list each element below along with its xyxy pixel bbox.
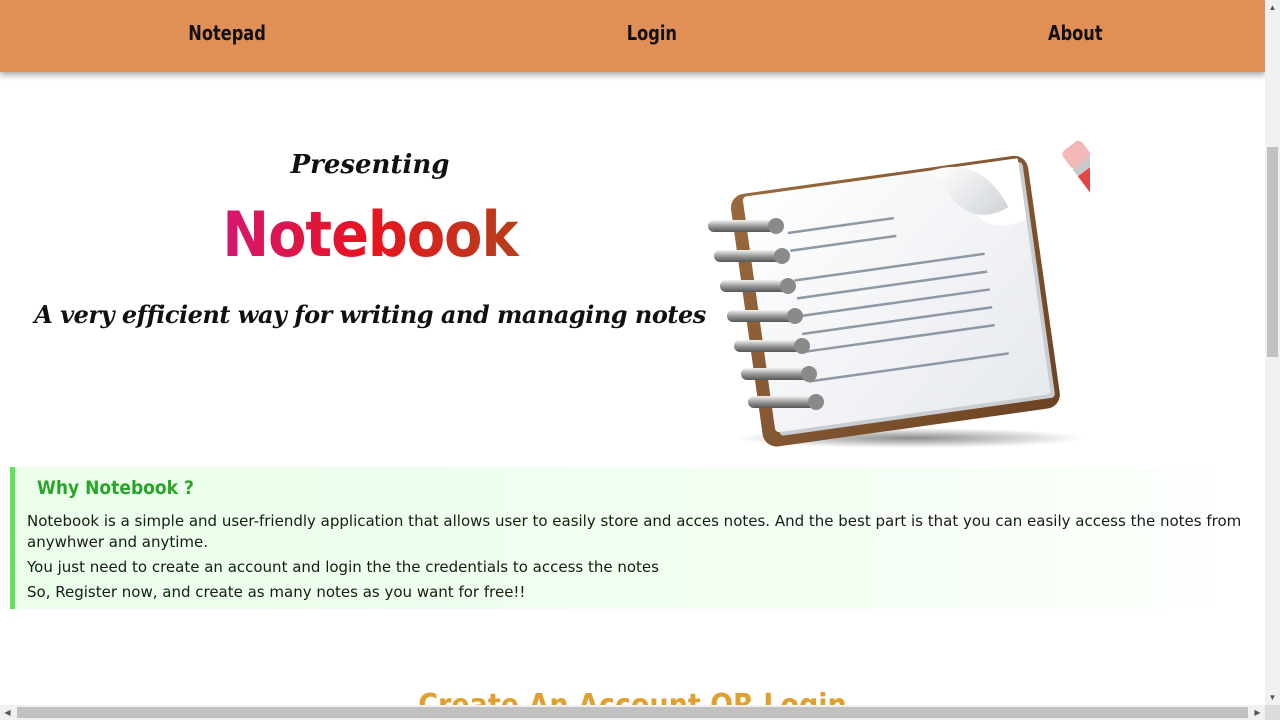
horizontal-scrollbar[interactable]: ◀ ▶ <box>0 705 1265 720</box>
why-paragraph: Notebook is a simple and user-friendly a… <box>27 512 1242 551</box>
page-viewport: Notepad Login About Presenting Notebook … <box>0 0 1265 705</box>
vertical-scrollbar[interactable]: ▲ ▼ <box>1265 0 1280 705</box>
hero-title: Notebook <box>0 198 740 271</box>
scrollbar-corner <box>1265 705 1280 720</box>
hero-tagline: A very efficient way for writing and man… <box>34 300 706 329</box>
scroll-down-arrow-icon[interactable]: ▼ <box>1265 690 1280 705</box>
scroll-right-arrow-icon[interactable]: ▶ <box>1250 705 1265 720</box>
why-notebook-section: Why Notebook ? Notebook is a simple and … <box>10 467 1255 609</box>
cta-heading: Create An Account OR Login <box>0 688 1265 705</box>
why-heading: Why Notebook ? <box>37 477 194 499</box>
nav-link-login[interactable]: Login <box>627 0 677 66</box>
scroll-left-arrow-icon[interactable]: ◀ <box>0 705 15 720</box>
notepad-with-pencil-icon <box>708 140 1090 448</box>
hero-kicker: Presenting <box>290 150 450 180</box>
horizontal-scroll-thumb[interactable] <box>17 707 1248 718</box>
why-paragraph: You just need to create an account and l… <box>27 558 659 576</box>
scroll-up-arrow-icon[interactable]: ▲ <box>1265 0 1280 15</box>
nav-link-notepad[interactable]: Notepad <box>188 0 266 66</box>
navbar: Notepad Login About <box>0 0 1265 72</box>
nav-link-about[interactable]: About <box>1048 0 1103 66</box>
vertical-scroll-thumb[interactable] <box>1267 147 1278 357</box>
why-paragraph: So, Register now, and create as many not… <box>27 583 526 601</box>
